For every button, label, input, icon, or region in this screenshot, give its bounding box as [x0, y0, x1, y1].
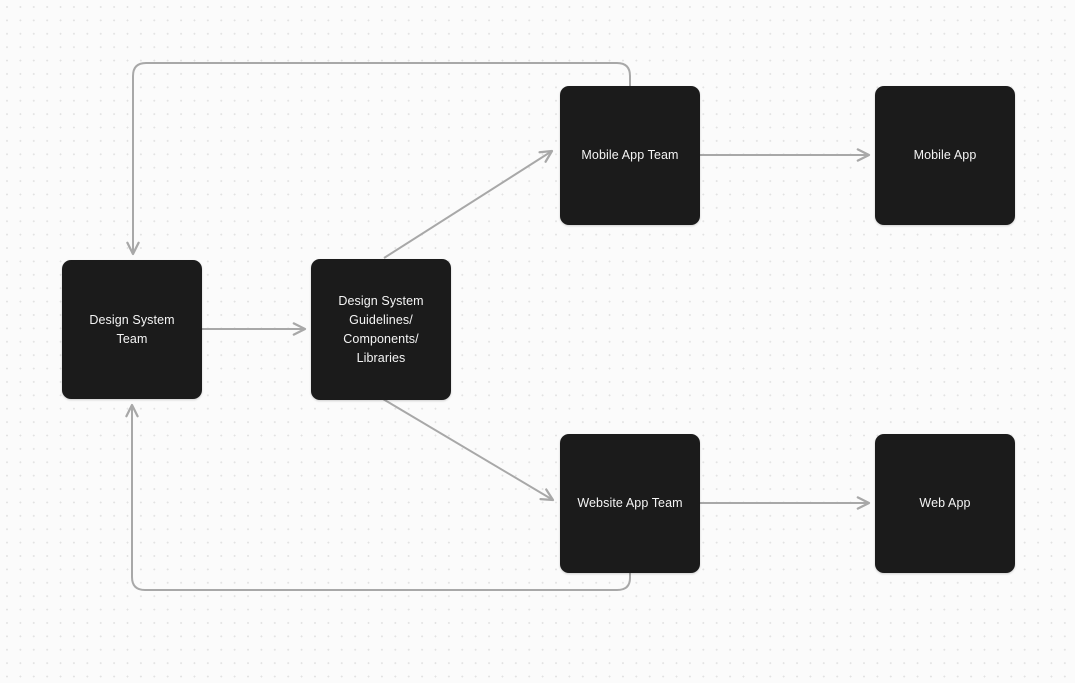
- node-mobile-app[interactable]: Mobile App: [875, 86, 1015, 225]
- edge-website-team-feedback: [125, 403, 631, 591]
- edge-guidelines-to-mobile-team: [383, 149, 554, 259]
- node-label: Design System Guidelines/ Components/ Li…: [338, 293, 424, 365]
- node-web-app[interactable]: Web App: [875, 434, 1015, 573]
- node-label: Mobile App Team: [581, 148, 679, 162]
- node-label: Website App Team: [577, 496, 683, 510]
- diagram-canvas[interactable]: Design System Team Design System Guideli…: [0, 0, 1075, 683]
- edge-guidelines-to-website-team: [382, 398, 555, 502]
- edge-mobile-team-feedback: [126, 62, 631, 256]
- node-design-system-guidelines[interactable]: Design System Guidelines/ Components/ Li…: [311, 259, 451, 400]
- node-label: Mobile App: [913, 148, 977, 162]
- node-website-app-team[interactable]: Website App Team: [560, 434, 700, 573]
- node-label: Web App: [919, 496, 971, 510]
- node-label: Design System Team: [89, 312, 175, 346]
- node-mobile-app-team[interactable]: Mobile App Team: [560, 86, 700, 225]
- node-design-system-team[interactable]: Design System Team: [62, 260, 202, 399]
